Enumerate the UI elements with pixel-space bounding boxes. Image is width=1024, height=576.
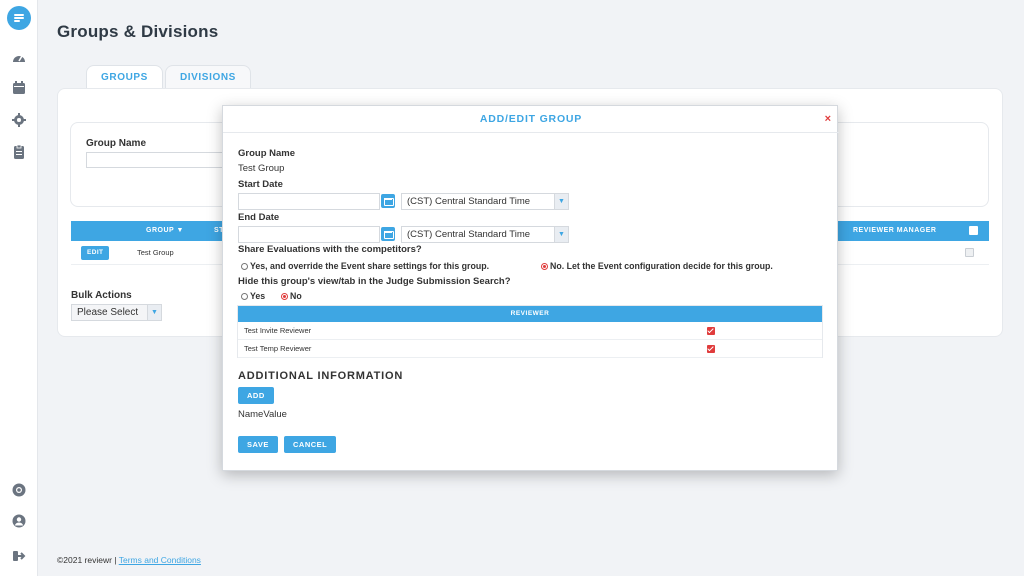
hide-yes-option[interactable]: Yes — [241, 291, 265, 301]
end-timezone-select[interactable]: (CST) Central Standard Time ▼ — [401, 226, 569, 243]
share-yes-label: Yes, and override the Event share settin… — [250, 261, 490, 271]
share-no-radio[interactable] — [541, 263, 548, 270]
add-edit-group-modal: ADD/EDIT GROUP × Group Name Test Group S… — [222, 105, 839, 471]
group-name-filter-label: Group Name — [86, 138, 147, 149]
name-value-text: NameValue — [238, 409, 287, 420]
group-name-value: Test Group — [238, 163, 285, 174]
page-title: Groups & Divisions — [57, 22, 219, 41]
settings-icon[interactable] — [11, 112, 27, 128]
edit-button[interactable]: EDIT — [81, 246, 110, 260]
share-yes-radio[interactable] — [241, 263, 248, 270]
logout-icon[interactable] — [11, 548, 27, 564]
cancel-button[interactable]: CANCEL — [284, 436, 337, 453]
end-timezone-value: (CST) Central Standard Time — [407, 229, 531, 240]
share-yes-option[interactable]: Yes, and override the Event share settin… — [241, 261, 489, 271]
calendar-icon[interactable] — [11, 80, 27, 96]
terms-link[interactable]: Terms and Conditions — [119, 555, 201, 565]
tab-bar: GROUPS DIVISIONS — [86, 65, 253, 89]
reviewer-column-header: REVIEWER — [238, 306, 822, 322]
start-date-label: Start Date — [238, 179, 283, 190]
share-no-option[interactable]: No. Let the Event configuration decide f… — [541, 261, 773, 271]
footer: ©2021 reviewr | Terms and Conditions — [57, 555, 201, 565]
logo-icon[interactable] — [7, 6, 31, 30]
modal-title: ADD/EDIT GROUP — [223, 106, 839, 133]
chevron-down-icon: ▼ — [554, 194, 568, 209]
bulk-actions-label: Bulk Actions — [71, 290, 132, 301]
reviewer-checkbox[interactable] — [707, 327, 715, 335]
row-group-name: Test Group — [137, 248, 174, 257]
add-button[interactable]: ADD — [238, 387, 274, 404]
calendar-icon[interactable] — [381, 194, 395, 208]
share-no-label: No. Let the Event configuration decide f… — [550, 261, 773, 271]
chevron-down-icon: ▼ — [554, 227, 568, 242]
hide-yes-label: Yes — [250, 291, 266, 301]
tab-divisions[interactable]: DIVISIONS — [164, 65, 251, 89]
profile-icon[interactable] — [11, 513, 27, 529]
end-date-input[interactable] — [238, 226, 380, 243]
column-header-reviewer-manager[interactable]: REVIEWER MANAGER — [853, 221, 936, 241]
share-question-label: Share Evaluations with the competitors? — [238, 244, 422, 255]
reviewer-name: Test Invite Reviewer — [244, 326, 312, 335]
start-timezone-value: (CST) Central Standard Time — [407, 196, 531, 207]
start-timezone-select[interactable]: (CST) Central Standard Time ▼ — [401, 193, 569, 210]
clipboard-icon[interactable] — [11, 144, 27, 160]
group-name-label: Group Name — [238, 148, 296, 159]
bulk-actions-select[interactable]: Please Select ▼ — [71, 304, 162, 321]
close-icon[interactable]: × — [825, 112, 831, 126]
start-date-input[interactable] — [238, 193, 380, 210]
table-row: Test Invite Reviewer — [238, 322, 822, 340]
hide-yes-radio[interactable] — [241, 293, 248, 300]
end-date-label: End Date — [238, 212, 280, 223]
select-all-checkbox[interactable] — [969, 226, 978, 235]
dashboard-icon[interactable] — [11, 50, 27, 66]
save-button[interactable]: SAVE — [238, 436, 278, 453]
bulk-actions-value: Please Select — [77, 307, 139, 318]
additional-information-title: ADDITIONAL INFORMATION — [238, 370, 404, 382]
reviewer-table: REVIEWER Test Invite Reviewer Test Temp … — [237, 305, 823, 358]
hide-no-option[interactable]: No — [281, 291, 302, 301]
column-header-group[interactable]: GROUP ▼ — [146, 221, 184, 241]
tab-groups[interactable]: GROUPS — [86, 65, 163, 89]
help-icon[interactable] — [11, 482, 27, 498]
reviewer-checkbox[interactable] — [707, 345, 715, 353]
reviewer-name: Test Temp Reviewer — [244, 344, 312, 353]
table-row: Test Temp Reviewer — [238, 340, 822, 358]
sidebar — [0, 0, 38, 576]
copyright-text: ©2021 reviewr | — [57, 555, 117, 565]
hide-question-label: Hide this group's view/tab in the Judge … — [238, 276, 511, 287]
hide-no-label: No — [290, 291, 302, 301]
hide-no-radio[interactable] — [281, 293, 288, 300]
group-name-filter-input[interactable] — [86, 152, 236, 168]
row-checkbox[interactable] — [965, 248, 974, 257]
chevron-down-icon: ▼ — [147, 305, 161, 320]
calendar-icon[interactable] — [381, 227, 395, 241]
